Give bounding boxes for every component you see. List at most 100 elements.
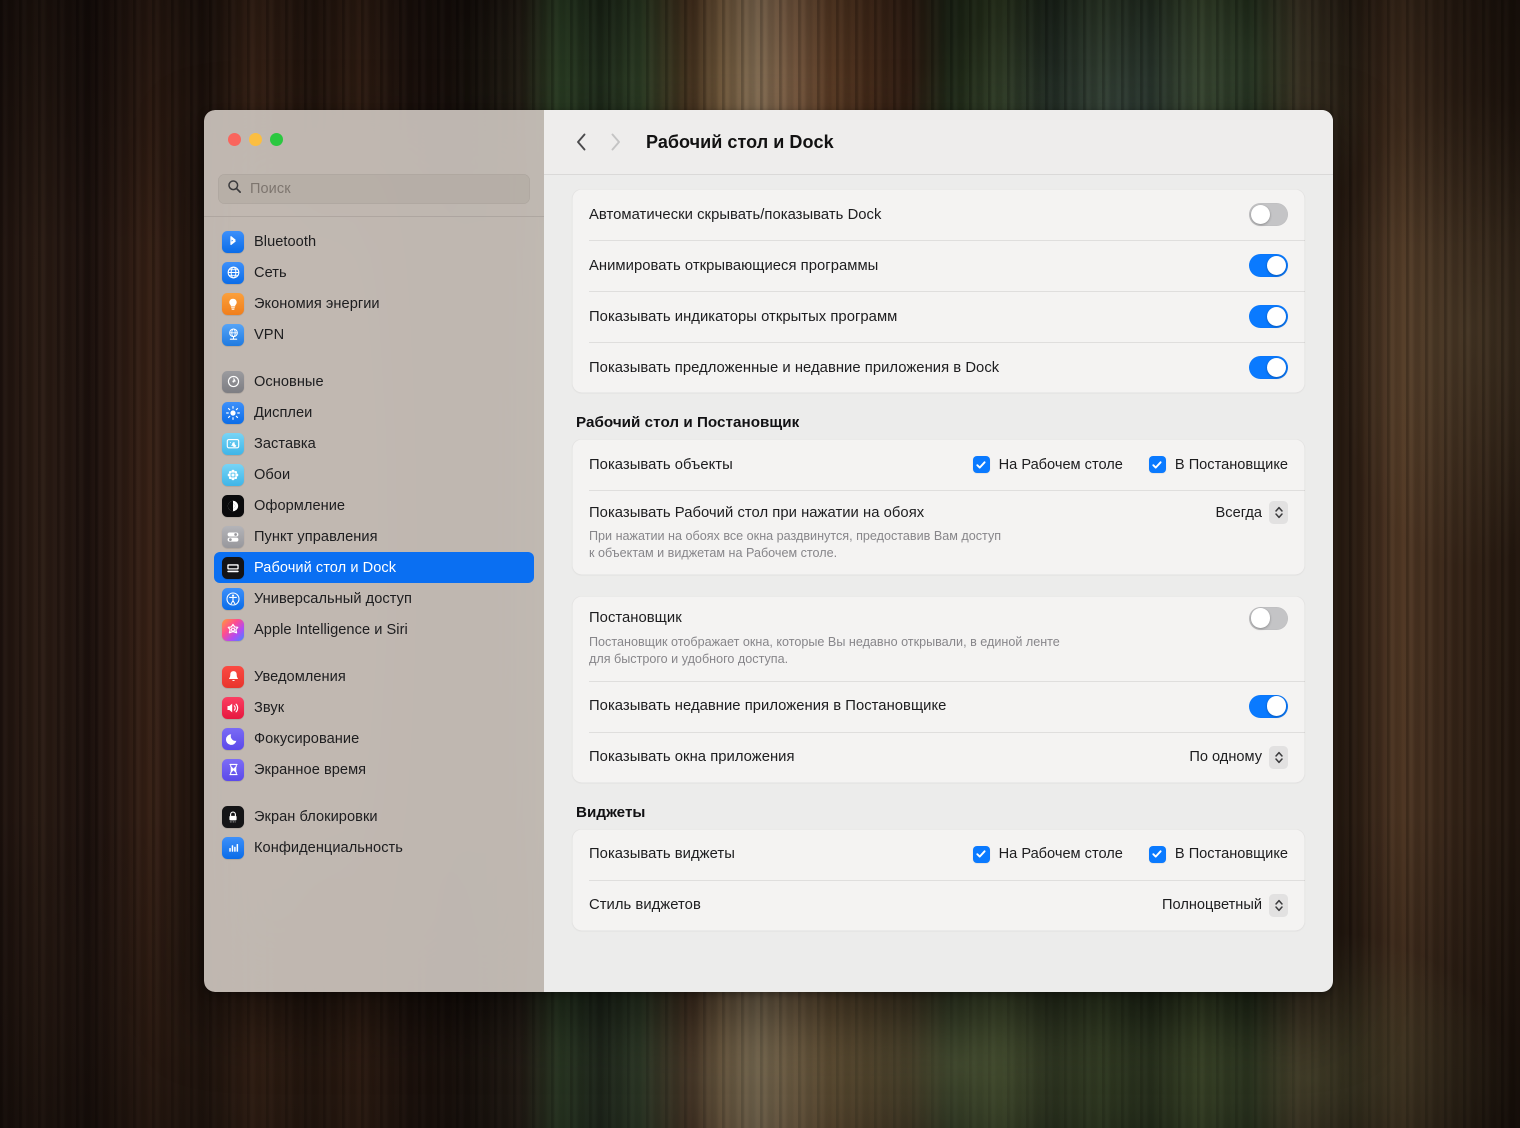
minimize-button[interactable] bbox=[249, 133, 262, 146]
row-show-suggested-recent-apps[interactable]: Показывать предложенные и недавние прило… bbox=[572, 342, 1305, 393]
row-label: Анимировать открывающиеся программы bbox=[589, 257, 879, 274]
row-show-open-app-indicators[interactable]: Показывать индикаторы открытых программ bbox=[572, 291, 1305, 342]
page-title: Рабочий стол и Dock bbox=[646, 131, 834, 152]
siri-icon bbox=[222, 618, 244, 641]
row-auto-hide-dock[interactable]: Автоматически скрывать/показывать Dock bbox=[572, 189, 1305, 240]
auto-hide-dock-toggle[interactable] bbox=[1249, 203, 1288, 226]
control-center-icon bbox=[222, 525, 244, 548]
sidebar-item-accessibility[interactable]: Универсальный доступ bbox=[214, 583, 534, 614]
screen-time-icon bbox=[222, 758, 244, 781]
wallpaper-flower-icon bbox=[222, 463, 244, 486]
checkbox-label: В Постановщике bbox=[1174, 846, 1288, 862]
row-stage-manager[interactable]: Постановщик Постановщик отображает окна,… bbox=[572, 596, 1305, 681]
sidebar-item-energy[interactable]: Экономия энергии bbox=[214, 288, 534, 319]
click-wallpaper-popup-button[interactable]: Всегда bbox=[1216, 501, 1288, 524]
show-suggested-apps-toggle[interactable] bbox=[1249, 356, 1288, 379]
sidebar-item-displays[interactable]: Дисплеи bbox=[214, 397, 534, 428]
row-description-line1: При нажатии на обоях все окна раздвинутс… bbox=[589, 529, 1002, 543]
sidebar-item-vpn[interactable]: VPN bbox=[214, 319, 534, 350]
sidebar-list[interactable]: Bluetooth Сеть Экономия энергии VPN Осно… bbox=[204, 217, 544, 992]
sidebar-item-label: Оформление bbox=[254, 497, 346, 514]
search-placeholder: Поиск bbox=[250, 181, 291, 197]
row-show-app-windows[interactable]: Показывать окна приложения По одному bbox=[572, 731, 1305, 783]
widget-style-popup-button[interactable]: Полноцветный bbox=[1162, 893, 1288, 917]
sidebar-item-apple-intelligence-siri[interactable]: Apple Intelligence и Siri bbox=[214, 614, 534, 645]
notifications-bell-icon bbox=[222, 665, 244, 688]
sidebar-item-focus[interactable]: Фокусирование bbox=[214, 723, 534, 754]
sidebar-group-system: Основные Дисплеи Заставка Обои Оформлени… bbox=[214, 366, 534, 645]
row-click-wallpaper-show-desktop[interactable]: Показывать Рабочий стол при нажатии на о… bbox=[572, 490, 1305, 575]
sidebar-item-label: VPN bbox=[254, 326, 285, 343]
sound-speaker-icon bbox=[222, 696, 244, 719]
sidebar-item-screensaver[interactable]: Заставка bbox=[214, 428, 534, 459]
back-button[interactable] bbox=[564, 125, 598, 159]
row-label: Постановщик bbox=[589, 610, 682, 627]
row-description-line2: к объектам и виджетам на Рабочем столе. bbox=[589, 546, 838, 561]
settings-content[interactable]: Автоматически скрывать/показывать Dock А… bbox=[544, 175, 1333, 992]
accessibility-icon bbox=[222, 587, 244, 610]
sidebar-item-label: Рабочий стол и Dock bbox=[254, 559, 397, 576]
show-items-in-stage-manager-checkbox[interactable]: В Постановщике bbox=[1148, 456, 1288, 473]
row-show-items[interactable]: Показывать объекты На Рабочем столе В По… bbox=[572, 439, 1305, 490]
show-widgets-on-desktop-checkbox[interactable]: На Рабочем столе bbox=[972, 845, 1123, 863]
chevron-up-down-icon bbox=[1269, 745, 1288, 769]
search-icon bbox=[227, 179, 242, 199]
sidebar-item-label: Экранное время bbox=[254, 761, 367, 778]
sidebar-item-appearance[interactable]: Оформление bbox=[214, 490, 534, 521]
sidebar-item-screen-time[interactable]: Экранное время bbox=[214, 754, 534, 785]
window-controls bbox=[204, 110, 544, 164]
sidebar-item-label: Основные bbox=[254, 373, 324, 390]
show-windows-popup-button[interactable]: По одному bbox=[1189, 745, 1288, 769]
sidebar-item-label: Экран блокировки bbox=[254, 808, 378, 825]
chevron-up-down-icon bbox=[1269, 893, 1288, 917]
dock-settings-card: Автоматически скрывать/показывать Dock А… bbox=[572, 189, 1305, 393]
sidebar-item-wallpaper[interactable]: Обои bbox=[214, 459, 534, 490]
sidebar-item-label: Сеть bbox=[254, 264, 287, 281]
row-show-recent-apps-in-stage-manager[interactable]: Показывать недавние приложения в Постано… bbox=[572, 680, 1305, 732]
popup-value: Полноцветный bbox=[1162, 897, 1262, 913]
sidebar-item-label: Apple Intelligence и Siri bbox=[254, 621, 408, 638]
forward-button[interactable] bbox=[598, 125, 632, 159]
close-button[interactable] bbox=[228, 133, 241, 146]
widgets-card: Показывать виджеты На Рабочем столе В По… bbox=[572, 828, 1305, 931]
sidebar-item-general[interactable]: Основные bbox=[214, 366, 534, 397]
sidebar-item-bluetooth[interactable]: Bluetooth bbox=[214, 226, 534, 257]
checkbox-box bbox=[1148, 845, 1166, 863]
checkbox-label: На Рабочем столе bbox=[998, 456, 1123, 473]
sidebar-item-lock-screen[interactable]: Экран блокировки bbox=[214, 801, 534, 832]
sidebar-item-privacy[interactable]: Конфиденциальность bbox=[214, 832, 534, 863]
appearance-icon bbox=[222, 494, 244, 517]
show-items-on-desktop-checkbox[interactable]: На Рабочем столе bbox=[972, 456, 1123, 473]
row-show-widgets[interactable]: Показывать виджеты На Рабочем столе В По… bbox=[572, 829, 1305, 880]
row-label: Показывать объекты bbox=[589, 456, 733, 473]
sidebar-group-security: Экран блокировки Конфиденциальность bbox=[214, 801, 534, 863]
animate-opening-apps-toggle[interactable] bbox=[1249, 254, 1288, 277]
row-label: Показывать Рабочий стол при нажатии на о… bbox=[589, 504, 925, 521]
show-indicators-toggle[interactable] bbox=[1249, 305, 1288, 328]
section-title-widgets: Виджеты bbox=[576, 803, 646, 821]
sidebar-item-sound[interactable]: Звук bbox=[214, 692, 534, 723]
sidebar-item-label: Универсальный доступ bbox=[254, 590, 412, 607]
lock-screen-icon bbox=[222, 805, 244, 828]
row-label: Показывать индикаторы открытых программ bbox=[589, 308, 898, 325]
show-widgets-in-stage-manager-checkbox[interactable]: В Постановщике bbox=[1148, 845, 1288, 863]
sidebar-item-network[interactable]: Сеть bbox=[214, 257, 534, 288]
sidebar-item-label: Уведомления bbox=[254, 668, 346, 685]
privacy-icon bbox=[222, 836, 244, 859]
desktop-dock-icon bbox=[222, 556, 244, 579]
checkbox-box bbox=[972, 456, 990, 473]
recent-apps-stage-toggle[interactable] bbox=[1249, 694, 1288, 718]
focus-moon-icon bbox=[222, 727, 244, 750]
sidebar-item-notifications[interactable]: Уведомления bbox=[214, 661, 534, 692]
sidebar-item-label: Конфиденциальность bbox=[254, 839, 403, 856]
stage-manager-toggle[interactable] bbox=[1249, 606, 1288, 630]
row-label: Показывать предложенные и недавние прило… bbox=[589, 359, 1000, 376]
zoom-button[interactable] bbox=[270, 133, 283, 146]
sidebar-item-control-center[interactable]: Пункт управления bbox=[214, 521, 534, 552]
sidebar-item-desktop-and-dock[interactable]: Рабочий стол и Dock bbox=[214, 552, 534, 583]
row-widget-style[interactable]: Стиль виджетов Полноцветный bbox=[572, 879, 1305, 931]
toolbar: Рабочий стол и Dock bbox=[544, 110, 1333, 175]
row-animate-opening-apps[interactable]: Анимировать открывающиеся программы bbox=[572, 240, 1305, 291]
search-input[interactable]: Поиск bbox=[218, 174, 530, 204]
screensaver-icon bbox=[222, 432, 244, 455]
